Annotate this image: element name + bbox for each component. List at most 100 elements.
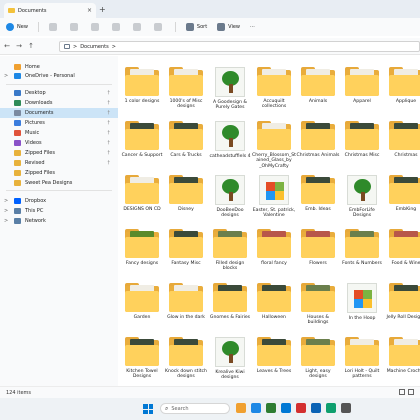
file-item[interactable]: Cars & Trucks xyxy=(164,120,208,174)
folder-icon xyxy=(125,121,159,150)
up-button[interactable]: ↑ xyxy=(26,42,36,50)
sort-button[interactable]: Sort xyxy=(185,23,207,31)
start-icon[interactable] xyxy=(143,404,153,414)
file-item[interactable]: Knock down stitch designs xyxy=(164,336,208,386)
sidebar-item[interactable]: Pictures † xyxy=(0,118,118,128)
file-item[interactable]: Glow in the dark xyxy=(164,282,208,336)
sidebar-item[interactable]: Zipped Files † xyxy=(0,148,118,158)
file-item[interactable]: Applique xyxy=(384,66,420,120)
cut-button[interactable] xyxy=(48,23,60,31)
sidebar-item[interactable]: Downloads † xyxy=(0,98,118,108)
file-item[interactable]: Easter, St. patrick, Valentine xyxy=(252,174,296,228)
file-item[interactable]: catheadstuffiels 4 xyxy=(208,120,252,174)
close-icon[interactable]: × xyxy=(87,7,92,14)
taskbar-app-icon[interactable] xyxy=(341,403,351,413)
computer-icon xyxy=(64,44,70,49)
file-item[interactable]: Krealive Kiwi designs xyxy=(208,336,252,386)
file-item[interactable]: In the Hoop xyxy=(340,282,384,336)
sidebar-item[interactable]: > This PC xyxy=(0,206,118,216)
forward-button[interactable]: → xyxy=(14,42,24,50)
file-item[interactable]: Flowers xyxy=(296,228,340,282)
file-item[interactable]: Garden xyxy=(120,282,164,336)
file-item[interactable]: Christmas Misc xyxy=(340,120,384,174)
more-options-button[interactable]: ··· xyxy=(250,24,255,30)
taskbar-app-icon[interactable] xyxy=(296,403,306,413)
file-item[interactable]: 1000's of Misc designs xyxy=(164,66,208,120)
file-item[interactable]: Filled design blocks xyxy=(208,228,252,282)
divider xyxy=(37,22,39,32)
file-item[interactable]: Machine Crochet xyxy=(384,336,420,386)
file-item[interactable]: Jelly Roll Designs xyxy=(384,282,420,336)
sidebar-item[interactable]: Documents † xyxy=(0,108,118,118)
file-item[interactable]: Halloween xyxy=(252,282,296,336)
file-item[interactable]: A Goodesign & Purely Gates xyxy=(208,66,252,120)
file-item[interactable]: Houses & buildings xyxy=(296,282,340,336)
file-item[interactable]: EmbForLife Designs xyxy=(340,174,384,228)
taskbar-app-icon[interactable] xyxy=(236,403,246,413)
file-item[interactable]: floral fancy xyxy=(252,228,296,282)
file-item[interactable]: Disney xyxy=(164,174,208,228)
file-item[interactable]: Gnomes & Fairies xyxy=(208,282,252,336)
tab-documents[interactable]: Documents × xyxy=(4,3,96,18)
taskbar-app-icon[interactable] xyxy=(281,403,291,413)
file-item[interactable]: Christmas Animals xyxy=(296,120,340,174)
sidebar-item[interactable]: Revised † xyxy=(0,158,118,168)
taskbar-app-icon[interactable] xyxy=(326,403,336,413)
file-item[interactable]: Lori Holt - Quilt patterns xyxy=(340,336,384,386)
file-item[interactable]: Apparel xyxy=(340,66,384,120)
file-item-label: Knock down stitch designs xyxy=(165,369,207,380)
file-item[interactable]: Food & Wine xyxy=(384,228,420,282)
sidebar-item[interactable]: > OneDrive - Personal xyxy=(0,71,118,81)
sidebar-item[interactable]: > Dropbox xyxy=(0,196,118,206)
chevron-right-icon[interactable]: > xyxy=(4,198,10,204)
breadcrumb-documents[interactable]: Documents xyxy=(80,44,109,50)
new-button[interactable]: New xyxy=(6,23,28,31)
file-item-label: 1000's of Misc designs xyxy=(169,99,203,110)
file-item[interactable]: Leaves & Trees xyxy=(252,336,296,386)
details-view-icon[interactable] xyxy=(399,389,405,395)
taskbar-app-icon[interactable] xyxy=(266,403,276,413)
view-button[interactable]: View xyxy=(217,23,240,31)
rename-button[interactable] xyxy=(111,23,123,31)
sidebar-item[interactable]: Music † xyxy=(0,128,118,138)
file-item[interactable]: Emb. Ideas xyxy=(296,174,340,228)
sidebar-item[interactable]: Zipped Files xyxy=(0,168,118,178)
taskbar-app-icon[interactable] xyxy=(311,403,321,413)
file-item-label: Krealive Kiwi designs xyxy=(215,370,245,381)
sidebar-item[interactable]: Desktop † xyxy=(0,88,118,98)
folder-icon xyxy=(14,170,21,176)
taskbar-search[interactable]: ⌕ Search xyxy=(160,403,230,414)
tiles-view-icon[interactable] xyxy=(408,389,414,395)
sidebar-item-label: Dropbox xyxy=(25,198,47,204)
new-tab-button[interactable]: + xyxy=(99,5,106,14)
file-item[interactable]: Fancy designs xyxy=(120,228,164,282)
sidebar-item[interactable]: Sweet Pea Designs xyxy=(0,178,118,188)
chevron-right-icon[interactable]: > xyxy=(4,208,10,214)
file-item[interactable]: DooBeeDoo designs xyxy=(208,174,252,228)
file-item[interactable]: DESIGNS ON CD xyxy=(120,174,164,228)
file-item[interactable]: EmbKing xyxy=(384,174,420,228)
chevron-right-icon[interactable]: > xyxy=(4,73,10,79)
back-button[interactable]: ← xyxy=(2,42,12,50)
taskbar-app-icon[interactable] xyxy=(251,403,261,413)
file-item[interactable]: Christmas xyxy=(384,120,420,174)
file-item[interactable]: 1 color designs xyxy=(120,66,164,120)
file-item[interactable]: Kitchen Towel Designs xyxy=(120,336,164,386)
file-item[interactable]: Animals xyxy=(296,66,340,120)
sidebar-item[interactable]: Videos † xyxy=(0,138,118,148)
sidebar-item[interactable]: > Network xyxy=(0,216,118,226)
share-button[interactable] xyxy=(132,23,144,31)
file-item[interactable]: Fantasy Misc xyxy=(164,228,208,282)
folder-icon xyxy=(389,67,420,96)
file-item[interactable]: Cherry_Blossom_Stained_Glass_by _OhMyCra… xyxy=(252,120,296,174)
file-item[interactable]: Accuquilt collections xyxy=(252,66,296,120)
address-input[interactable]: > Documents > xyxy=(59,41,420,52)
file-item[interactable]: Cancer & Support xyxy=(120,120,164,174)
file-item[interactable]: Light, easy designs xyxy=(296,336,340,386)
delete-button[interactable] xyxy=(153,23,165,31)
copy-button[interactable] xyxy=(69,23,81,31)
paste-button[interactable] xyxy=(90,23,102,31)
file-item[interactable]: Fonts & Numbers xyxy=(340,228,384,282)
chevron-right-icon[interactable]: > xyxy=(4,218,10,224)
breadcrumb-separator: > xyxy=(73,43,78,50)
